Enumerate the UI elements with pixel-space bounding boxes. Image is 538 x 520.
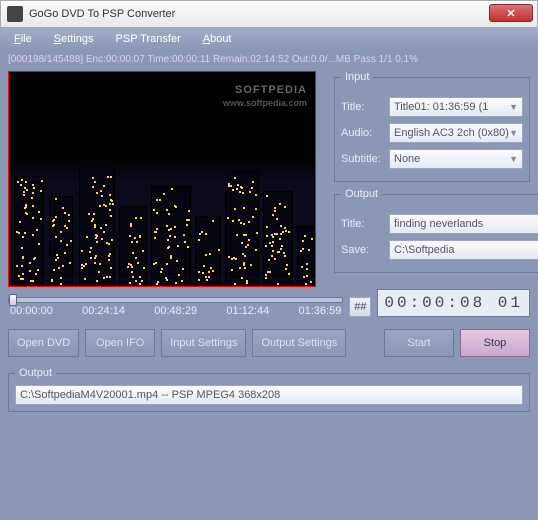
video-preview: SOFTPEDIA www.softpedia.com: [8, 71, 316, 287]
output-path-input[interactable]: [15, 385, 523, 405]
close-button[interactable]: ✕: [489, 4, 533, 22]
input-title-select[interactable]: Title01: 01:36:59 (1 ▼: [389, 97, 523, 117]
output-settings-button[interactable]: Output Settings: [252, 329, 346, 357]
input-subtitle-select[interactable]: None ▼: [389, 149, 523, 169]
input-audio-label: Audio:: [341, 127, 383, 139]
status-line: [000198/145488] Enc:00:00:07 Time:00:00:…: [0, 50, 538, 69]
output-path-group: Output: [8, 367, 530, 412]
menu-file[interactable]: File: [4, 30, 42, 48]
stop-button[interactable]: Stop: [460, 329, 530, 357]
app-icon: [7, 6, 23, 22]
menu-settings-label: ettings: [61, 33, 93, 45]
input-legend: Input: [341, 71, 373, 83]
close-icon: ✕: [506, 7, 515, 20]
output-legend: Output: [341, 188, 382, 200]
hash-button[interactable]: ##: [349, 297, 371, 317]
timeline-slider[interactable]: [8, 297, 343, 303]
timecode-display: 00:00:08 01: [377, 289, 530, 317]
input-title-label: Title:: [341, 101, 383, 113]
slider-thumb[interactable]: [9, 294, 17, 306]
menu-bar: File Settings PSP Transfer About: [0, 28, 538, 50]
chevron-down-icon: ▼: [509, 154, 518, 164]
output-title-input[interactable]: [389, 214, 538, 234]
input-audio-select[interactable]: English AC3 2ch (0x80) ▼: [389, 123, 523, 143]
output-save-label: Save:: [341, 244, 383, 256]
menu-settings[interactable]: Settings: [44, 30, 104, 48]
chevron-down-icon: ▼: [509, 102, 518, 112]
output-title-label: Title:: [341, 218, 383, 230]
timeline-ticks: 00:00:00 00:24:14 00:48:29 01:12:44 01:3…: [8, 305, 343, 317]
output-save-input[interactable]: [389, 240, 538, 260]
title-bar: GoGo DVD To PSP Converter ✕: [0, 0, 538, 28]
input-subtitle-label: Subtitle:: [341, 153, 383, 165]
open-dvd-button[interactable]: Open DVD: [8, 329, 79, 357]
window-title: GoGo DVD To PSP Converter: [29, 8, 175, 20]
menu-psp-transfer[interactable]: PSP Transfer: [106, 30, 191, 48]
menu-about-label: bout: [210, 33, 231, 45]
output-path-legend: Output: [15, 367, 56, 379]
menu-file-label: ile: [21, 33, 32, 45]
start-button[interactable]: Start: [384, 329, 454, 357]
input-settings-button[interactable]: Input Settings: [161, 329, 246, 357]
watermark: SOFTPEDIA www.softpedia.com: [223, 80, 307, 108]
menu-about[interactable]: About: [193, 30, 242, 48]
output-group: Output Title: Save: ...: [334, 188, 538, 273]
open-ifo-button[interactable]: Open IFO: [85, 329, 155, 357]
chevron-down-icon: ▼: [509, 128, 518, 138]
preview-image: [9, 156, 315, 286]
input-group: Input Title: Title01: 01:36:59 (1 ▼ Audi…: [334, 71, 530, 182]
